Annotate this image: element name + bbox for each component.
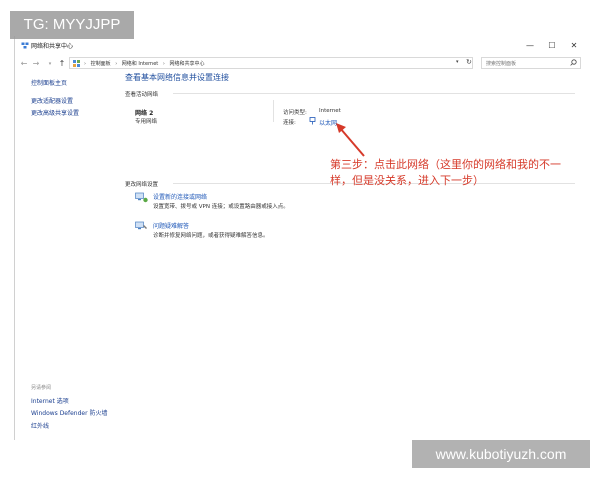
recent-locations-chevron-icon[interactable]: ▾	[45, 58, 55, 70]
sidebar-item-change-advanced-sharing[interactable]: 更改高级共享设置	[31, 108, 79, 117]
watermark-top-left: TG: MYYJJPP	[10, 11, 134, 39]
forward-arrow-icon[interactable]: →	[31, 58, 41, 70]
breadcrumb-control-panel[interactable]: 控制面板	[91, 61, 111, 67]
troubleshoot-problems-link[interactable]: 问题疑难解答	[153, 221, 189, 230]
setup-new-connection-link[interactable]: 设置新的连接或网络	[153, 192, 207, 201]
network-name: 网络 2	[135, 110, 154, 117]
network-sharing-center-window: 网络和共享中心 — ☐ ✕ ← → ▾ ↑ › 控制面板 › 网络和 Inter…	[14, 36, 587, 440]
sidebar-item-control-panel-home[interactable]: 控制面板主页	[31, 78, 67, 87]
sidebar-item-windows-defender-firewall[interactable]: Windows Defender 防火墙	[31, 408, 107, 417]
network-divider	[273, 100, 274, 122]
access-type-label: 访问类型:	[283, 110, 307, 116]
breadcrumb-network-internet[interactable]: 网络和 Internet	[122, 61, 158, 67]
connections-label: 连接:	[283, 120, 296, 126]
sidebar-item-internet-options[interactable]: Internet 选项	[31, 396, 69, 405]
address-bar: ← → ▾ ↑ › 控制面板 › 网络和 Internet › 网络和共享中心 …	[15, 56, 587, 72]
maximize-button[interactable]: ☐	[543, 39, 561, 53]
back-arrow-icon[interactable]: ←	[19, 58, 29, 70]
search-placeholder: 搜索控制面板	[486, 61, 517, 67]
page-title: 查看基本网络信息并设置连接	[125, 73, 229, 82]
sidebar-item-change-adapter-settings[interactable]: 更改适配器设置	[31, 96, 73, 105]
active-networks-heading: 查看活动网络	[125, 92, 159, 98]
watermark-bottom-right: www.kubotiyuzh.com	[412, 440, 590, 468]
network-app-icon	[21, 42, 29, 49]
troubleshoot-problems-desc: 诊断并修复网络问题，或者获得疑难解答信息。	[153, 233, 269, 239]
new-connection-icon	[135, 192, 148, 203]
sidebar: 控制面板主页 更改适配器设置 更改高级共享设置 另请参阅 Internet 选项…	[15, 72, 111, 440]
address-field[interactable]: › 控制面板 › 网络和 Internet › 网络和共享中心 ▾ ↻	[69, 57, 473, 69]
ethernet-icon	[309, 117, 316, 125]
search-icon[interactable]	[570, 59, 577, 66]
change-network-settings-heading: 更改网络设置	[125, 182, 159, 188]
sidebar-item-infrared[interactable]: 红外线	[31, 421, 49, 430]
breadcrumb: › 控制面板 › 网络和 Internet › 网络和共享中心	[84, 61, 205, 67]
up-arrow-icon[interactable]: ↑	[57, 58, 67, 70]
access-type-value: Internet	[319, 108, 341, 114]
setup-new-connection-desc: 设置宽带、拨号或 VPN 连接；或设置路由器或接入点。	[153, 204, 289, 210]
troubleshoot-icon	[135, 221, 147, 230]
refresh-icon[interactable]: ↻	[466, 58, 472, 66]
minimize-button[interactable]: —	[521, 39, 539, 53]
address-dropdown-chevron-icon[interactable]: ▾	[456, 59, 459, 65]
close-button[interactable]: ✕	[565, 39, 583, 53]
search-input[interactable]: 搜索控制面板	[481, 57, 581, 69]
window-title: 网络和共享中心	[31, 43, 74, 50]
control-panel-icon	[73, 60, 80, 67]
annotation-text: 第三步：点击此网络（这里你的网络和我的不一样，但是没关系，进入下一步）	[330, 158, 561, 187]
section-divider	[173, 93, 575, 94]
see-also-heading: 另请参阅	[31, 385, 52, 391]
breadcrumb-network-sharing-center[interactable]: 网络和共享中心	[169, 61, 204, 67]
network-category: 专用网络	[135, 119, 158, 125]
title-bar: 网络和共享中心 — ☐ ✕	[15, 36, 587, 56]
